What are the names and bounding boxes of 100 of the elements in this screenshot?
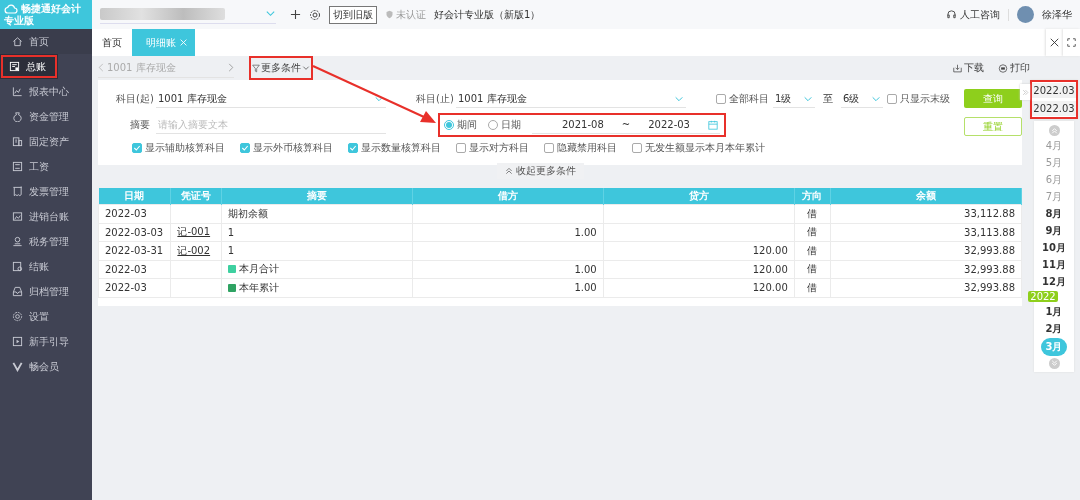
chevron-right-icon (228, 63, 234, 72)
sidebar-item[interactable]: 资金管理 (0, 104, 92, 129)
double-chevron-up-icon (504, 167, 513, 175)
radio-option[interactable]: 期间 (444, 118, 477, 132)
checkbox-option[interactable]: 显示对方科目 (456, 141, 529, 155)
select-value: 1001 库存现金 (458, 91, 527, 106)
sidebar-item[interactable]: 设置 (0, 304, 92, 329)
subject-from-select[interactable]: 1001 库存现金 (156, 90, 386, 108)
table-cell: 借 (794, 204, 831, 223)
check-icon (349, 144, 357, 152)
scroll-up-icon (1048, 125, 1060, 136)
checkbox-option[interactable]: 只显示末级 (887, 92, 950, 106)
checkbox-option[interactable]: 显示数量核算科目 (348, 141, 441, 155)
checkbox[interactable] (716, 94, 726, 104)
column-header: 摘要 (221, 188, 413, 205)
field-label: 摘要 (129, 118, 150, 132)
checkbox-option[interactable]: 显示辅助核算科目 (132, 141, 225, 155)
level-select[interactable]: 1级 (773, 90, 815, 108)
close-all-button[interactable] (1046, 29, 1063, 56)
select-value: 1级 (775, 91, 792, 106)
column-header: 凭证号 (170, 188, 222, 205)
radio-button[interactable] (488, 120, 498, 130)
sidebar-item[interactable]: 归档管理 (0, 279, 92, 304)
checkbox[interactable] (887, 94, 897, 104)
checkbox-option[interactable]: 显示外币核算科目 (240, 141, 333, 155)
card-icon (12, 161, 23, 172)
chevron-left-icon (98, 63, 104, 72)
switch-version-button[interactable]: 切到旧版 (329, 5, 377, 24)
shield-icon (385, 10, 394, 19)
year-label: 2022 (1028, 291, 1058, 302)
bag-icon (12, 111, 23, 122)
month-item[interactable]: 2月 (1039, 321, 1069, 336)
checkbox[interactable] (544, 143, 554, 153)
picture-icon (12, 211, 23, 222)
tray-icon (12, 286, 23, 297)
checkbox-option[interactable]: 无发生额显示本月本年累计 (632, 141, 765, 155)
checkbox[interactable] (132, 143, 142, 153)
checkbox[interactable] (348, 143, 358, 153)
receipt-icon (12, 186, 23, 197)
sidebar-item[interactable]: 税务管理 (0, 229, 92, 254)
expand-button[interactable] (1020, 84, 1030, 100)
play-icon (12, 336, 23, 347)
account-name: 1001 库存现金 (107, 60, 176, 75)
avatar[interactable] (1017, 6, 1034, 23)
status-text: 未认证 (396, 7, 426, 22)
collapse-button[interactable]: 收起更多条件 (496, 163, 584, 179)
checkbox[interactable] (632, 143, 642, 153)
checkbox-option[interactable]: 全部科目 (716, 92, 769, 106)
sidebar-item[interactable]: 结账 (0, 254, 92, 279)
close-icon (180, 39, 187, 46)
select-value: 6级 (843, 91, 860, 106)
sidebar-item[interactable]: 畅会员 (0, 354, 92, 379)
company-select[interactable] (100, 5, 276, 24)
print-button[interactable]: 打印 (998, 61, 1030, 75)
radio-option[interactable]: 日期 (488, 118, 521, 132)
radio-button[interactable] (444, 120, 454, 130)
period-value: 2022.03 (1032, 83, 1076, 98)
column-header: 方向 (794, 188, 831, 205)
period-range-field[interactable]: 2021-08 ~ 2022-03 (532, 116, 720, 134)
double-chevron-right-icon (1021, 88, 1029, 96)
building-icon (12, 136, 23, 147)
month-item[interactable]: 9月 (1039, 223, 1069, 238)
month-item[interactable]: 10月 (1039, 240, 1069, 255)
month-item[interactable]: 1月 (1039, 304, 1069, 319)
range-start: 2021-08 (562, 119, 604, 130)
sidebar-item[interactable]: 首页 (0, 29, 92, 54)
checkbox[interactable] (456, 143, 466, 153)
sidebar-item[interactable]: 工资 (0, 154, 92, 179)
fullscreen-icon (1067, 38, 1076, 47)
sidebar-item[interactable]: 进销台账 (0, 204, 92, 229)
sidebar-item[interactable]: 报表中心 (0, 79, 92, 104)
summary-input[interactable]: 请输入摘要文本 (156, 116, 386, 134)
column-header: 借方 (412, 188, 604, 205)
document-icon (12, 261, 23, 272)
table-cell: 33,112.88 (830, 204, 1022, 223)
period-value: 2022.03 (1032, 101, 1076, 116)
month-item[interactable]: 11月 (1039, 257, 1069, 272)
sidebar-item[interactable]: 总账 (0, 54, 58, 79)
sidebar-item[interactable]: 发票管理 (0, 179, 92, 204)
checkbox[interactable] (240, 143, 250, 153)
sidebar-item[interactable]: 固定资产 (0, 129, 92, 154)
app-name: 畅捷通好会计 (21, 3, 81, 15)
tab[interactable]: 首页 (92, 29, 132, 56)
scroll-down-icon (1048, 358, 1060, 369)
level-select[interactable]: 6级 (841, 90, 883, 108)
chart-icon (12, 86, 23, 97)
select-value: 1001 库存现金 (158, 91, 227, 106)
range-separator: ~ (621, 119, 631, 130)
sidebar-item[interactable]: 新手引导 (0, 329, 92, 354)
download-button[interactable]: 下载 (953, 61, 984, 75)
more-conditions-button[interactable]: 更多条件 (249, 56, 313, 80)
month-item[interactable]: 12月 (1039, 274, 1069, 289)
range-end: 2022-03 (648, 119, 690, 130)
check-icon (241, 144, 249, 152)
support-link[interactable]: 人工咨询 (946, 7, 1000, 22)
settings-icon (12, 311, 23, 322)
checkbox-option[interactable]: 隐藏禁用科目 (544, 141, 617, 155)
subject-to-select[interactable]: 1001 库存现金 (456, 90, 686, 108)
month-item[interactable]: 8月 (1039, 206, 1069, 221)
v-shape-icon (12, 361, 23, 372)
